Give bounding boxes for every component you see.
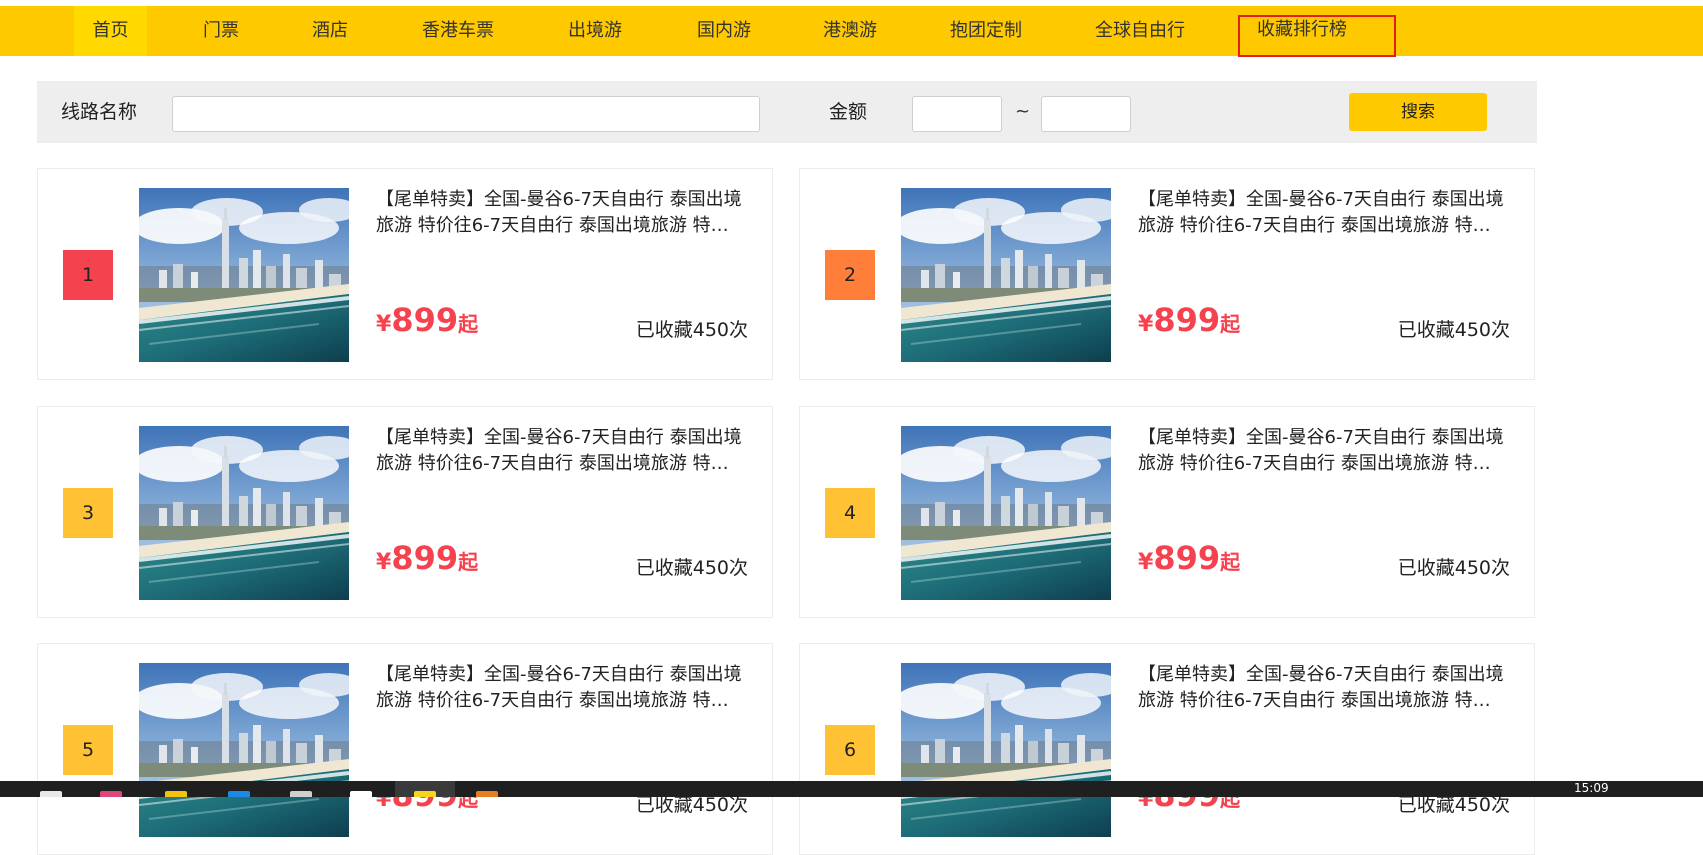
route-thumbnail-image[interactable] — [139, 663, 349, 837]
price-currency: ¥ — [376, 312, 392, 337]
price: ¥899起 — [376, 301, 478, 339]
app-icon[interactable] — [100, 791, 122, 797]
route-title[interactable]: 【尾单特卖】全国-曼谷6-7天自由行 泰国出境旅游 特价往6-7天自由行 泰国出… — [1138, 187, 1508, 239]
nav-item-hk-bus-tickets[interactable]: 香港车票 — [411, 6, 505, 56]
nav-item-global-free-travel[interactable]: 全球自由行 — [1090, 6, 1190, 56]
favorite-count: 已收藏450次 — [1397, 319, 1510, 341]
nav-item-hotel[interactable]: 酒店 — [300, 6, 360, 56]
min-amount-input[interactable] — [912, 96, 1002, 132]
route-thumbnail-image[interactable] — [139, 426, 349, 600]
nav-item-hk-macau-travel[interactable]: 港澳游 — [810, 6, 890, 56]
nav-item-home[interactable]: 首页 — [74, 6, 147, 56]
route-title[interactable]: 【尾单特卖】全国-曼谷6-7天自由行 泰国出境旅游 特价往6-7天自由行 泰国出… — [376, 662, 746, 714]
route-title[interactable]: 【尾单特卖】全国-曼谷6-7天自由行 泰国出境旅游 特价往6-7天自由行 泰国出… — [1138, 425, 1508, 477]
nav-item-domestic-travel[interactable]: 国内游 — [684, 6, 764, 56]
price-value: 899 — [391, 539, 459, 577]
route-name-label: 线路名称 — [61, 101, 138, 123]
nav-item-group-custom[interactable]: 抱团定制 — [940, 6, 1032, 56]
app-icon[interactable] — [165, 791, 187, 797]
rank-badge: 2 — [825, 250, 875, 300]
route-card[interactable]: 4 【尾单特卖】全国-曼谷6-7天自由行 泰国出境旅游 特价往6-7天自由行 泰… — [799, 406, 1535, 618]
price-suffix: 起 — [458, 550, 479, 574]
route-thumbnail-image[interactable] — [139, 188, 349, 362]
price: ¥899起 — [1138, 301, 1240, 339]
price-currency: ¥ — [1138, 312, 1154, 337]
price-suffix: 起 — [1220, 550, 1241, 574]
os-taskbar: 15:09 — [0, 781, 1703, 797]
price: ¥899起 — [376, 539, 478, 577]
route-title[interactable]: 【尾单特卖】全国-曼谷6-7天自由行 泰国出境旅游 特价往6-7天自由行 泰国出… — [1138, 662, 1508, 714]
browser-icon[interactable] — [228, 791, 250, 797]
route-thumbnail-image[interactable] — [901, 663, 1111, 837]
nav-item-tickets[interactable]: 门票 — [191, 6, 251, 56]
rank-badge: 6 — [825, 725, 875, 775]
route-title[interactable]: 【尾单特卖】全国-曼谷6-7天自由行 泰国出境旅游 特价往6-7天自由行 泰国出… — [376, 425, 746, 477]
app-icon[interactable] — [350, 791, 372, 797]
route-name-input[interactable] — [172, 96, 760, 132]
rank-badge: 3 — [63, 488, 113, 538]
file-explorer-icon[interactable] — [40, 791, 62, 797]
route-card[interactable]: 6 【尾单特卖】全国-曼谷6-7天自由行 泰国出境旅游 特价往6-7天自由行 泰… — [799, 643, 1535, 855]
route-card[interactable]: 3 【尾单特卖】全国-曼谷6-7天自由行 泰国出境旅游 特价往6-7天自由行 泰… — [37, 406, 773, 618]
rank-badge: 5 — [63, 725, 113, 775]
search-button[interactable]: 搜索 — [1349, 93, 1487, 131]
price: ¥899起 — [1138, 539, 1240, 577]
route-card[interactable]: 2 【尾单特卖】全国-曼谷6-7天自由行 泰国出境旅游 特价往6-7天自由行 泰… — [799, 168, 1535, 380]
nav-highlight-box — [1238, 15, 1396, 57]
price-value: 899 — [1153, 539, 1221, 577]
price-value: 899 — [1153, 301, 1221, 339]
route-card[interactable]: 1 【尾单特卖】全国-曼谷6-7天自由行 泰国出境旅游 特价往6-7天自由行 泰… — [37, 168, 773, 380]
route-thumbnail-image[interactable] — [901, 188, 1111, 362]
favorite-count: 已收藏450次 — [635, 557, 748, 579]
price-currency: ¥ — [376, 550, 392, 575]
route-card[interactable]: 5 【尾单特卖】全国-曼谷6-7天自由行 泰国出境旅游 特价往6-7天自由行 泰… — [37, 643, 773, 855]
taskbar-clock[interactable]: 15:09 — [1574, 782, 1609, 794]
price-suffix: 起 — [458, 312, 479, 336]
top-nav: 首页 门票 酒店 香港车票 出境游 国内游 港澳游 抱团定制 全球自由行 收藏排… — [0, 6, 1703, 57]
search-bar: 线路名称 金额 ~ 搜索 — [37, 81, 1537, 143]
nav-item-outbound-travel[interactable]: 出境游 — [555, 6, 635, 56]
price-suffix: 起 — [1220, 312, 1241, 336]
route-thumbnail-image[interactable] — [901, 426, 1111, 600]
app-icon[interactable] — [476, 791, 498, 797]
route-title[interactable]: 【尾单特卖】全国-曼谷6-7天自由行 泰国出境旅游 特价往6-7天自由行 泰国出… — [376, 187, 746, 239]
rank-badge: 1 — [63, 250, 113, 300]
app-icon[interactable] — [290, 791, 312, 797]
favorite-count: 已收藏450次 — [635, 319, 748, 341]
app-icon[interactable] — [414, 791, 436, 797]
price-value: 899 — [391, 301, 459, 339]
rank-badge: 4 — [825, 488, 875, 538]
amount-range-separator: ~ — [1015, 101, 1031, 122]
price-currency: ¥ — [1138, 550, 1154, 575]
favorite-count: 已收藏450次 — [1397, 557, 1510, 579]
max-amount-input[interactable] — [1041, 96, 1131, 132]
amount-label: 金额 — [829, 101, 868, 123]
